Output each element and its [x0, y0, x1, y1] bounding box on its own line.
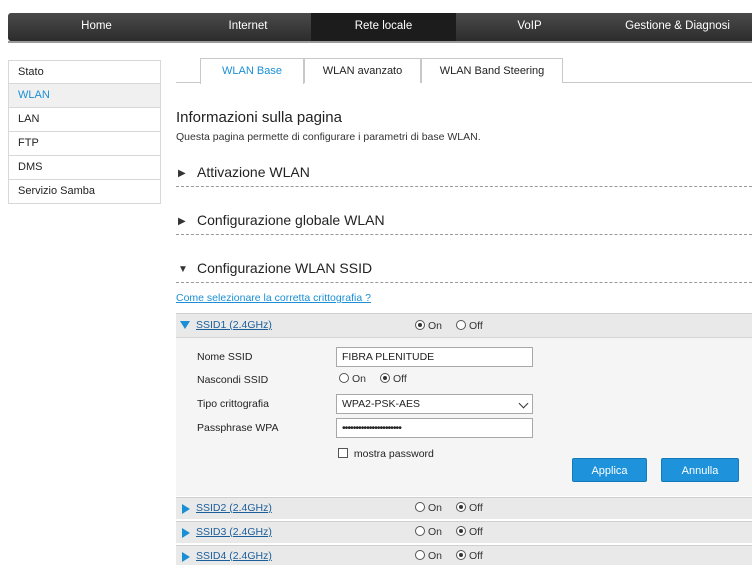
- expand-right-icon: ▶: [178, 216, 186, 227]
- show-password-checkbox[interactable]: [338, 448, 348, 458]
- radio-label-on: On: [352, 373, 367, 385]
- expand-right-icon: ▶: [178, 168, 186, 179]
- hide-ssid-label: Nascondi SSID: [197, 374, 269, 386]
- expand-right-icon[interactable]: [182, 504, 190, 514]
- section-configurazione-wlan-ssid[interactable]: ▼ Configurazione WLAN SSID: [176, 259, 752, 283]
- encryption-type-value: WPA2-PSK-AES: [342, 398, 420, 410]
- ssid2-link[interactable]: SSID2 (2.4GHz): [196, 502, 272, 514]
- nav-internet[interactable]: Internet: [185, 13, 311, 41]
- ssid3-row: SSID3 (2.4GHz) On Off: [176, 521, 752, 543]
- hide-ssid-radio: On Off: [336, 373, 415, 385]
- apply-button[interactable]: Applica: [572, 458, 647, 482]
- ssid-name-input[interactable]: FIBRA PLENITUDE: [336, 347, 533, 367]
- ssid2-row: SSID2 (2.4GHz) On Off: [176, 497, 752, 519]
- encryption-help-link[interactable]: Come selezionare la corretta crittografi…: [176, 292, 371, 304]
- ssid2-off-radio[interactable]: [455, 502, 466, 512]
- sidebar-item-dms[interactable]: DMS: [8, 156, 161, 180]
- ssid4-off-radio[interactable]: [455, 550, 466, 560]
- ssid3-state-radio: On Off: [412, 526, 491, 538]
- sidebar-item-lan[interactable]: LAN: [8, 108, 161, 132]
- radio-label-on: On: [428, 320, 443, 332]
- radio-label-off: Off: [468, 320, 483, 332]
- tab-bar: WLAN Base WLAN avanzato WLAN Band Steeri…: [176, 58, 752, 84]
- nav-rete-locale[interactable]: Rete locale: [311, 13, 456, 41]
- ssid1-state-radio: On Off: [412, 320, 491, 332]
- section-configurazione-globale-wlan[interactable]: ▶ Configurazione globale WLAN: [176, 211, 752, 235]
- section-attivazione-wlan[interactable]: ▶ Attivazione WLAN: [176, 163, 752, 187]
- ssid4-link[interactable]: SSID4 (2.4GHz): [196, 550, 272, 562]
- wpa-passphrase-label: Passphrase WPA: [197, 422, 279, 434]
- section-label: Attivazione WLAN: [197, 164, 310, 180]
- hide-ssid-off-radio[interactable]: [379, 373, 390, 383]
- cancel-button[interactable]: Annulla: [661, 458, 739, 482]
- ssid1-link[interactable]: SSID1 (2.4GHz): [196, 319, 272, 331]
- tab-wlan-base[interactable]: WLAN Base: [200, 58, 304, 84]
- expand-right-icon[interactable]: [182, 552, 190, 562]
- radio-label-on: On: [428, 550, 443, 562]
- radio-label-off: Off: [468, 550, 483, 562]
- ssid2-state-radio: On Off: [412, 502, 491, 514]
- ssid3-on-radio[interactable]: [415, 526, 425, 536]
- wpa-passphrase-input[interactable]: ••••••••••••••••••••••: [336, 418, 533, 438]
- ssid2-on-radio[interactable]: [415, 502, 425, 512]
- sidebar-item-wlan[interactable]: WLAN: [8, 84, 161, 108]
- collapse-down-icon: ▼: [178, 264, 188, 275]
- nav-divider: [8, 41, 752, 43]
- ssid3-off-radio[interactable]: [455, 526, 466, 536]
- sidebar-item-stato[interactable]: Stato: [8, 60, 161, 84]
- nav-voip[interactable]: VoIP: [456, 13, 603, 41]
- show-password-option: mostra password: [338, 448, 434, 460]
- sidebar: Stato WLAN LAN FTP DMS Servizio Samba: [8, 60, 161, 204]
- ssid1-settings-panel: Nome SSID FIBRA PLENITUDE Nascondi SSID …: [176, 337, 752, 496]
- nav-home[interactable]: Home: [8, 13, 185, 41]
- encryption-type-label: Tipo crittografia: [197, 398, 269, 410]
- ssid3-link[interactable]: SSID3 (2.4GHz): [196, 526, 272, 538]
- sidebar-item-servizio-samba[interactable]: Servizio Samba: [8, 180, 161, 204]
- ssid1-on-radio[interactable]: [415, 320, 425, 330]
- section-label: Configurazione globale WLAN: [197, 212, 385, 228]
- nav-gestione-diagnosi[interactable]: Gestione & Diagnosi: [603, 13, 752, 41]
- page-title: Informazioni sulla pagina: [176, 109, 342, 126]
- expand-right-icon[interactable]: [182, 528, 190, 538]
- chevron-down-icon: [518, 398, 529, 409]
- encryption-type-select[interactable]: WPA2-PSK-AES: [336, 394, 533, 414]
- ssid1-off-radio[interactable]: [455, 320, 466, 330]
- section-label: Configurazione WLAN SSID: [197, 260, 373, 276]
- hide-ssid-on-radio[interactable]: [339, 373, 349, 383]
- page-description: Questa pagina permette di configurare i …: [176, 131, 481, 143]
- tab-wlan-avanzato[interactable]: WLAN avanzato: [304, 58, 421, 83]
- radio-label-on: On: [428, 526, 443, 538]
- ssid4-on-radio[interactable]: [415, 550, 425, 560]
- show-password-label: mostra password: [353, 448, 434, 460]
- ssid4-state-radio: On Off: [412, 550, 491, 562]
- ssid4-row: SSID4 (2.4GHz) On Off: [176, 545, 752, 565]
- radio-label-on: On: [428, 502, 443, 514]
- sidebar-item-ftp[interactable]: FTP: [8, 132, 161, 156]
- top-navigation: Home Internet Rete locale VoIP Gestione …: [8, 13, 752, 43]
- collapse-down-icon[interactable]: [180, 321, 190, 329]
- ssid1-row: SSID1 (2.4GHz) On Off: [176, 313, 752, 337]
- radio-label-off: Off: [468, 526, 483, 538]
- radio-label-off: Off: [468, 502, 483, 514]
- ssid-name-label: Nome SSID: [197, 351, 253, 363]
- radio-label-off: Off: [392, 373, 407, 385]
- tab-wlan-band-steering[interactable]: WLAN Band Steering: [421, 58, 563, 83]
